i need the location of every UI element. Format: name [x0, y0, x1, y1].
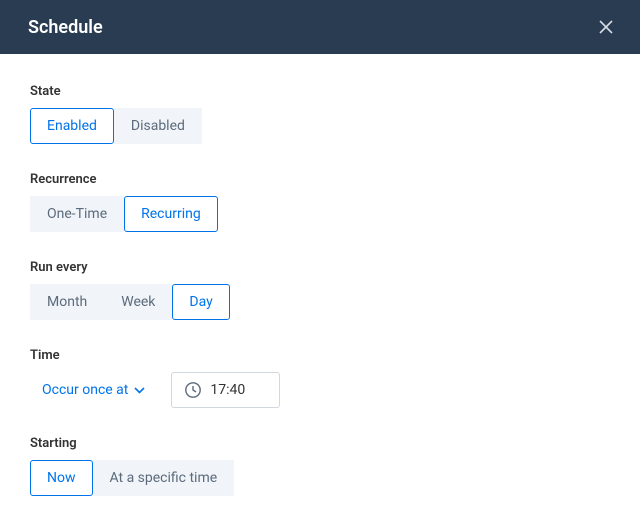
close-icon: [598, 19, 614, 35]
runevery-day-button[interactable]: Day: [172, 284, 229, 320]
time-occurrence-label: Occur once at: [42, 382, 128, 398]
starting-toggle-group: Now At a specific time: [30, 460, 610, 496]
state-disabled-button[interactable]: Disabled: [114, 108, 202, 144]
starting-specific-button[interactable]: At a specific time: [93, 460, 235, 496]
close-button[interactable]: [592, 13, 620, 41]
runevery-month-button[interactable]: Month: [30, 284, 104, 320]
dialog-content: State Enabled Disabled Recurrence One-Ti…: [0, 54, 640, 496]
runevery-toggle-group: Month Week Day: [30, 284, 610, 320]
time-occurrence-dropdown[interactable]: Occur once at: [30, 373, 157, 407]
state-toggle-group: Enabled Disabled: [30, 108, 610, 144]
state-section: State Enabled Disabled: [30, 84, 610, 144]
time-row: Occur once at 17:40: [30, 372, 610, 408]
runevery-section: Run every Month Week Day: [30, 260, 610, 320]
time-label: Time: [30, 348, 610, 363]
recurrence-section: Recurrence One-Time Recurring: [30, 172, 610, 232]
recurrence-label: Recurrence: [30, 172, 610, 187]
time-value: 17:40: [210, 382, 245, 398]
runevery-week-button[interactable]: Week: [104, 284, 172, 320]
starting-section: Starting Now At a specific time: [30, 436, 610, 496]
time-section: Time Occur once at 17:40: [30, 348, 610, 408]
starting-label: Starting: [30, 436, 610, 451]
recurrence-toggle-group: One-Time Recurring: [30, 196, 610, 232]
clock-icon: [184, 381, 202, 399]
starting-now-button[interactable]: Now: [30, 460, 93, 496]
chevron-down-icon: [134, 387, 145, 394]
dialog-title: Schedule: [28, 17, 103, 38]
recurrence-recurring-button[interactable]: Recurring: [124, 196, 218, 232]
recurrence-onetime-button[interactable]: One-Time: [30, 196, 124, 232]
dialog-header: Schedule: [0, 0, 640, 54]
runevery-label: Run every: [30, 260, 610, 275]
state-label: State: [30, 84, 610, 99]
state-enabled-button[interactable]: Enabled: [30, 108, 114, 144]
time-input[interactable]: 17:40: [171, 372, 280, 408]
